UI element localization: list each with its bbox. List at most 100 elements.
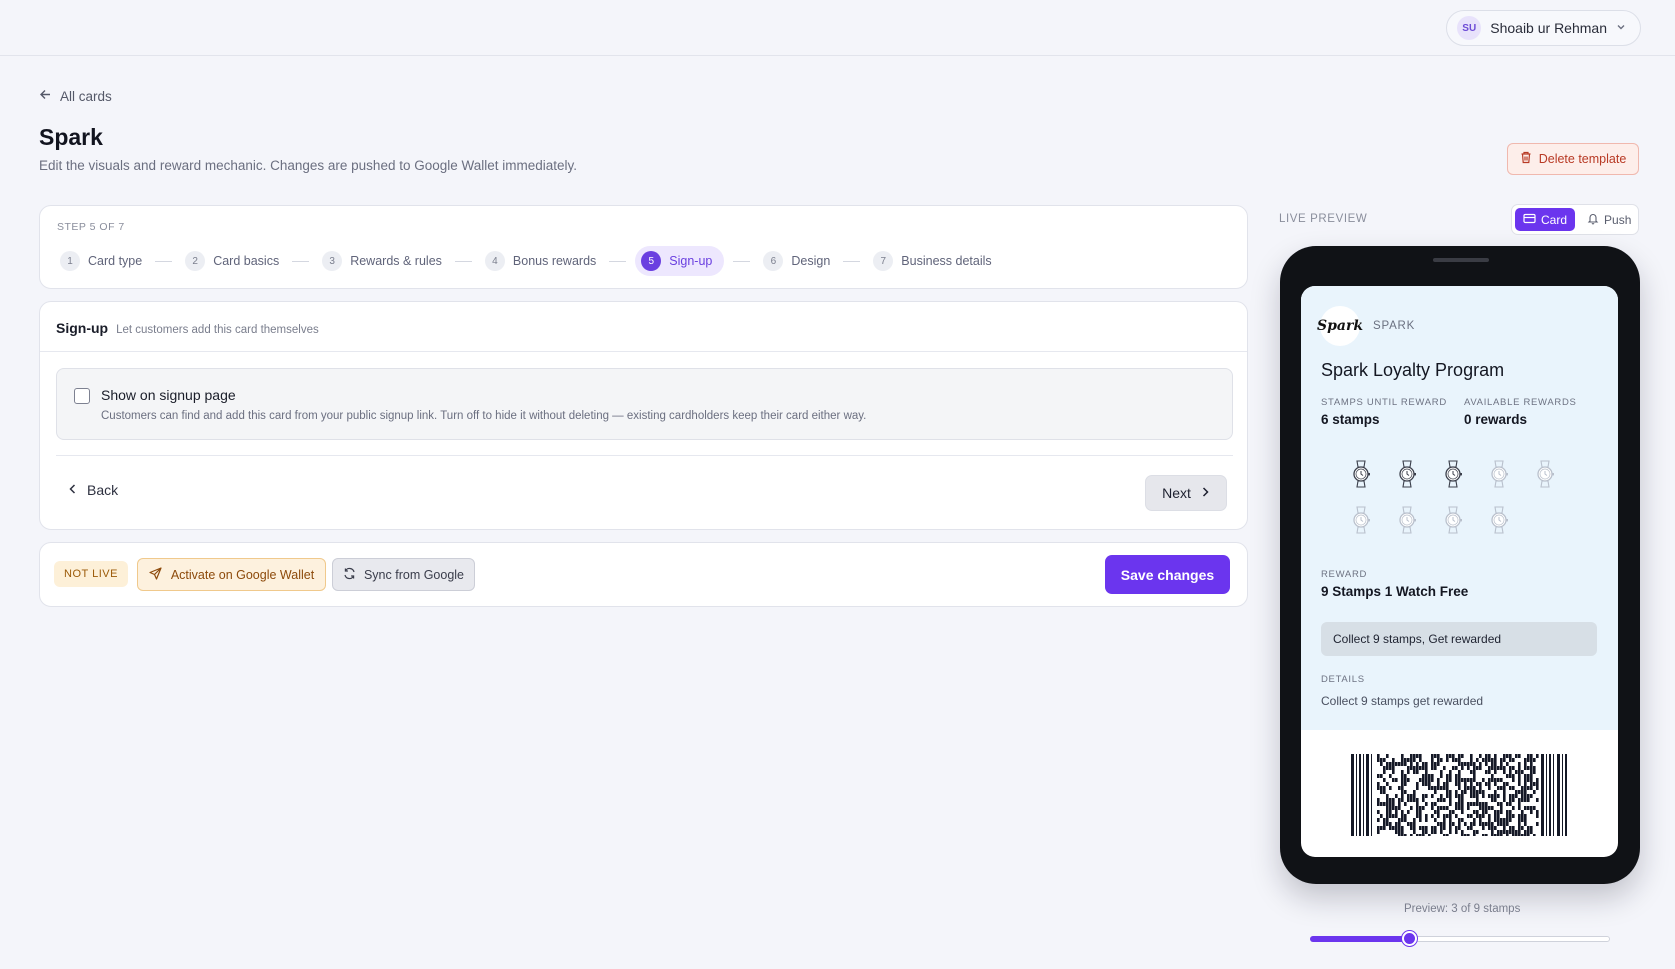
barcode-bar [1470,822,1473,826]
reward-label: REWARD [1321,569,1368,580]
barcode-bar [1440,794,1443,798]
barcode-bar [1401,794,1404,798]
barcode-bar [1476,794,1479,798]
barcode-bar [1524,822,1527,826]
barcode-bar [1455,806,1458,810]
barcode-bar [1455,778,1458,782]
stamp-preview-slider[interactable] [1310,928,1610,948]
barcode-bar [1443,814,1446,818]
push-tab[interactable]: Push [1579,208,1639,231]
barcode-bar [1419,778,1422,782]
barcode-bar [1476,830,1479,834]
signup-option[interactable]: Show on signup page Customers can find a… [56,368,1233,440]
barcode-bar [1485,806,1488,810]
barcode-bar [1506,818,1509,822]
barcode-bar [1422,798,1425,802]
step-number: 3 [322,251,343,271]
barcode-bar [1455,782,1458,786]
next-button[interactable]: Next [1145,475,1227,511]
barcode-bar [1506,830,1509,834]
all-cards-link[interactable]: All cards [39,88,112,104]
barcode-bar [1497,786,1500,790]
barcode-bar [1565,754,1567,836]
barcode-bar [1530,754,1533,758]
step-design[interactable]: 6 Design [759,246,834,276]
barcode-bar [1518,790,1521,794]
delete-template-button[interactable]: Delete template [1507,143,1639,175]
back-button[interactable]: Back [68,482,118,498]
preview-mode-toggle: Card Push [1511,204,1639,235]
barcode-bar [1521,826,1524,830]
barcode-bar [1437,778,1440,782]
barcode-bar [1527,778,1530,782]
barcode-bar [1458,818,1461,822]
barcode-bar [1407,778,1410,782]
barcode-bar [1380,790,1383,794]
barcode-bar [1485,754,1488,758]
barcode-bar [1476,802,1479,806]
barcode-bar [1506,814,1509,818]
barcode-bar [1473,810,1476,814]
step-rewards-rules[interactable]: 3 Rewards & rules [318,246,446,276]
step-card-type[interactable]: 1 Card type [56,246,146,276]
barcode-bar [1473,770,1476,774]
barcode-bar [1536,822,1539,826]
barcode-bar [1407,770,1410,774]
step-sign-up[interactable]: 5 Sign-up [635,246,725,276]
barcode-bar [1449,770,1452,774]
barcode-bar [1392,806,1395,810]
barcode-bar [1440,830,1443,834]
user-menu[interactable]: SU Shoaib ur Rehman [1446,10,1641,46]
barcode-bar [1512,826,1515,830]
barcode-bar [1518,770,1521,774]
barcode-bar [1389,814,1392,818]
barcode-bar [1536,810,1539,814]
barcode-bar [1524,818,1527,822]
sync-from-google-button[interactable]: Sync from Google [332,558,475,591]
barcode-bar [1488,818,1491,822]
step-bonus-rewards[interactable]: 4 Bonus rewards [481,246,600,276]
barcode-bar [1488,806,1491,810]
barcode-bar [1449,798,1452,802]
barcode-bar [1461,834,1464,838]
barcode-bar [1536,754,1539,758]
show-on-signup-checkbox[interactable] [74,388,90,404]
barcode-bar [1524,758,1527,762]
barcode-bar [1452,758,1455,762]
barcode-bar [1521,770,1524,774]
barcode-bar [1392,766,1395,770]
card-tab[interactable]: Card [1515,208,1576,231]
barcode-bar [1485,810,1488,814]
barcode-bar [1422,782,1425,786]
barcode-bar [1530,786,1533,790]
barcode-bar [1512,806,1515,810]
barcode-bar [1518,762,1521,766]
barcode-bar [1473,794,1476,798]
step-business-details[interactable]: 7 Business details [869,246,995,276]
barcode-bar [1455,826,1458,830]
activate-google-wallet-button[interactable]: Activate on Google Wallet [137,558,326,591]
barcode-bar [1434,818,1437,822]
barcode-bar [1383,822,1386,826]
barcode-bar [1494,778,1497,782]
barcode-bar [1518,806,1521,810]
barcode-bar [1512,834,1515,838]
barcode-bar [1398,762,1401,766]
barcode-bar [1476,810,1479,814]
barcode-bar [1503,830,1506,834]
watch-icon [1397,505,1417,535]
barcode-bar [1437,758,1440,762]
barcode-bar [1530,770,1533,774]
barcode-bar [1386,766,1389,770]
barcode-bar [1467,806,1470,810]
barcode-bar [1476,782,1479,786]
barcode-bar [1491,806,1494,810]
barcode-bar [1461,762,1464,766]
barcode-bar [1488,766,1491,770]
save-changes-button[interactable]: Save changes [1105,555,1230,594]
barcode-bar [1392,758,1395,762]
barcode-bar [1437,806,1440,810]
slider-thumb[interactable] [1402,931,1417,946]
step-card-basics[interactable]: 2 Card basics [181,246,283,276]
barcode-bar [1404,790,1407,794]
